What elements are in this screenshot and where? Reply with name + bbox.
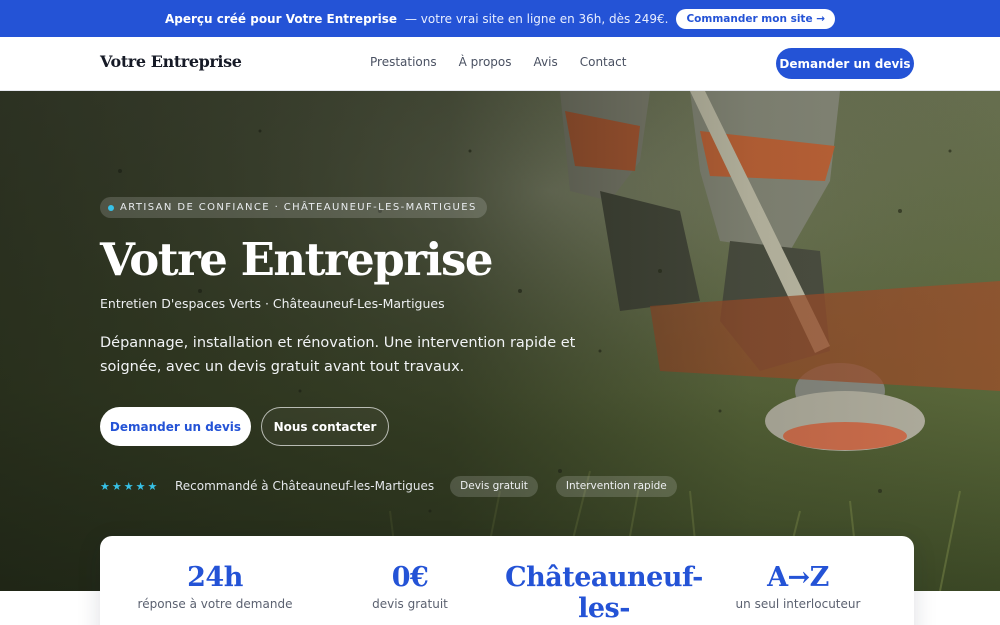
stat-value: Châteauneuf-les- xyxy=(505,562,703,624)
brand-logo[interactable]: Votre Entreprise xyxy=(100,52,242,71)
rating-stars-icon: ★★★★★ xyxy=(100,479,160,493)
nav-link-a-propos[interactable]: À propos xyxy=(459,55,512,69)
promo-prefix: Aperçu créé pour Votre Entreprise xyxy=(164,11,397,26)
hero-description: Dépannage, installation et rénovation. U… xyxy=(100,335,576,375)
nav-link-contact[interactable]: Contact xyxy=(580,55,627,69)
stats-card: 24h réponse à votre demande 0€ devis gra… xyxy=(100,536,914,625)
stat-single-contact: A→Z un seul interlocuteur xyxy=(698,562,898,611)
stat-label: un seul interlocuteur xyxy=(735,597,861,611)
stat-location: Châteauneuf-les- xyxy=(504,562,704,624)
hero-eyebrow-badge: ARTISAN DE CONFIANCE · CHÂTEAUNEUF-LES-M… xyxy=(100,197,487,218)
recommendation-text: Recommandé à Châteauneuf-les-Martigues xyxy=(175,479,435,493)
stat-label: devis gratuit xyxy=(372,597,448,611)
stat-value: 0€ xyxy=(391,562,429,593)
stat-value: A→Z xyxy=(767,562,829,593)
hero-contact-button[interactable]: Nous contacter xyxy=(261,407,389,446)
trust-row: ★★★★★ Recommandé à Châteauneuf-les-Marti… xyxy=(100,475,695,497)
nav-links: Prestations À propos Avis Contact xyxy=(370,55,626,69)
chip-free-quote: Devis gratuit xyxy=(450,475,538,497)
hero-eyebrow-text: ARTISAN DE CONFIANCE · CHÂTEAUNEUF-LES-M… xyxy=(120,202,477,213)
order-site-button[interactable]: Commander mon site → xyxy=(676,8,836,29)
promo-text: — votre vrai site en ligne en 36h, dès 2… xyxy=(404,11,669,26)
nav-quote-button[interactable]: Demander un devis xyxy=(776,48,914,79)
hero-subtitle: Entretien D'espaces Verts · Châteauneuf-… xyxy=(100,296,445,311)
chip-fast-intervention: Intervention rapide xyxy=(555,475,677,497)
stat-label: réponse à votre demande xyxy=(137,597,293,611)
navbar: Votre Entreprise Prestations À propos Av… xyxy=(0,37,1000,91)
nav-link-prestations[interactable]: Prestations xyxy=(370,55,437,69)
hero-title: Votre Entreprise xyxy=(100,233,493,286)
stat-value: 24h xyxy=(187,562,243,593)
badge-dot-icon xyxy=(108,204,114,211)
hero-quote-button[interactable]: Demander un devis xyxy=(100,407,251,446)
hero-section: ARTISAN DE CONFIANCE · CHÂTEAUNEUF-LES-M… xyxy=(0,91,1000,591)
nav-link-avis[interactable]: Avis xyxy=(534,55,558,69)
promo-banner: Aperçu créé pour Votre Entreprise — votr… xyxy=(0,0,1000,37)
stat-free-quote: 0€ devis gratuit xyxy=(310,562,510,611)
stat-response-time: 24h réponse à votre demande xyxy=(115,562,315,611)
